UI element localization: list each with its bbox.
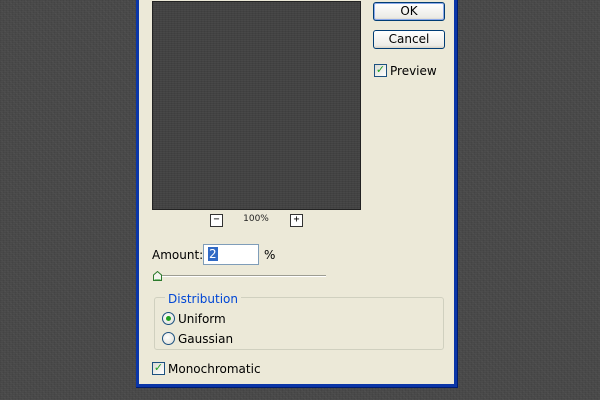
cancel-button[interactable]: Cancel [373, 30, 445, 49]
check-icon: ✓ [153, 361, 164, 374]
zoom-out-icon[interactable]: − [210, 214, 223, 227]
check-icon: ✓ [375, 63, 386, 76]
radio-gaussian[interactable] [162, 332, 175, 345]
zoom-level-readout: 100% [243, 214, 269, 224]
slider-thumb-icon[interactable] [153, 270, 162, 281]
preview-canvas[interactable] [152, 1, 361, 210]
add-noise-dialog: − 100% + OK Cancel ✓ Preview Amount: 2 %… [136, 0, 458, 388]
amount-label: Amount: [152, 248, 204, 262]
radio-dot-icon [166, 316, 171, 321]
amount-unit: % [264, 248, 276, 262]
ok-button[interactable]: OK [373, 2, 445, 21]
preview-label: Preview [390, 64, 437, 78]
monochromatic-label: Monochromatic [168, 362, 261, 376]
dialog-body: − 100% + OK Cancel ✓ Preview Amount: 2 %… [139, 0, 454, 384]
preview-checkbox[interactable]: ✓ [374, 63, 387, 77]
uniform-label: Uniform [178, 312, 226, 326]
amount-slider-track[interactable] [153, 275, 326, 277]
radio-uniform[interactable] [162, 312, 175, 325]
gaussian-label: Gaussian [178, 332, 234, 346]
amount-input[interactable]: 2 [203, 244, 259, 265]
amount-value: 2 [208, 247, 218, 261]
monochromatic-checkbox[interactable]: ✓ [152, 361, 165, 375]
distribution-title: Distribution [165, 292, 242, 306]
zoom-in-icon[interactable]: + [290, 214, 303, 227]
